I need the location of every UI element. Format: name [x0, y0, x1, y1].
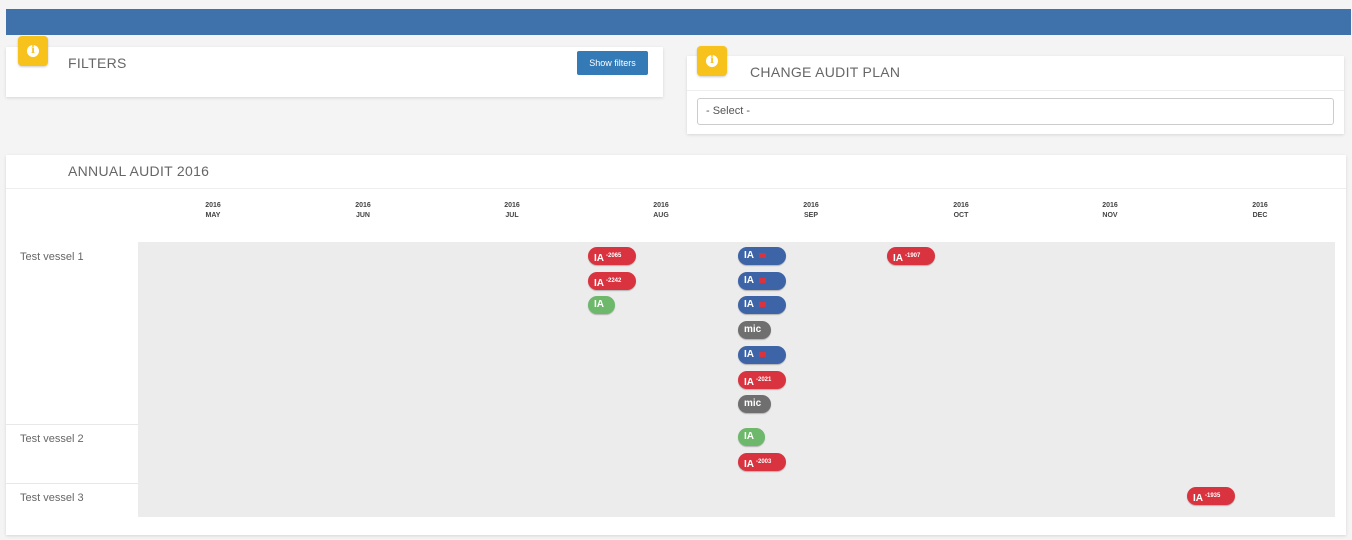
audit-event-pill[interactable]: IA -2003 — [738, 452, 786, 471]
annual-audit-panel: ANNUAL AUDIT 2016 2016 MAY 2016 JUN 2016 J… — [6, 155, 1346, 535]
month-header: 2016 JUN — [355, 202, 371, 219]
month-header: 2016 NOV — [1102, 202, 1118, 219]
info-icon: i — [706, 55, 718, 67]
audit-event-pill[interactable]: IA -2021 — [738, 370, 786, 389]
month-header: 2016 JUL — [504, 202, 520, 219]
filters-info-badge: i — [18, 36, 48, 66]
change-audit-plan-panel: i CHANGE AUDIT PLAN - Select - — [687, 46, 1344, 134]
audit-event-pill[interactable]: mic — [738, 395, 771, 414]
audit-event-pill[interactable]: IA — [588, 296, 615, 315]
annual-audit-title: ANNUAL AUDIT 2016 — [68, 163, 210, 179]
audit-event-pill[interactable]: IA — [738, 247, 786, 265]
month-header: 2016 SEP — [803, 202, 819, 219]
row-separator — [6, 483, 138, 484]
vessel-label: Test vessel 1 — [20, 251, 84, 263]
change-audit-plan-title: CHANGE AUDIT PLAN — [750, 64, 901, 80]
flag-icon — [759, 252, 766, 258]
flag-icon — [759, 302, 766, 308]
audit-event-pill[interactable]: IA — [738, 428, 765, 446]
panel-divider — [6, 188, 1346, 189]
show-filters-button[interactable]: Show filters — [577, 51, 648, 75]
flag-icon — [759, 277, 766, 283]
top-bar — [6, 9, 1351, 35]
audit-event-pill[interactable]: IA — [738, 345, 786, 364]
audit-plan-select[interactable]: - Select - — [697, 98, 1334, 125]
audit-event-pill[interactable]: IA -2242 — [588, 271, 636, 290]
audit-event-pill[interactable]: IA — [738, 271, 786, 290]
month-header: 2016 MAY — [205, 202, 221, 219]
audit-event-pill[interactable]: IA -1935 — [1187, 487, 1235, 505]
panel-divider — [687, 90, 1344, 91]
filters-title: FILTERS — [68, 55, 127, 71]
audit-event-pill[interactable]: IA -2065 — [588, 247, 636, 265]
audit-plan-info-badge: i — [697, 46, 727, 76]
month-header: 2016 AUG — [653, 202, 669, 219]
vessel-label: Test vessel 3 — [20, 492, 84, 504]
audit-event-pill[interactable]: IA — [738, 296, 786, 315]
flag-icon — [759, 351, 766, 357]
filters-panel: i FILTERS Show filters — [6, 36, 663, 97]
row-separator — [6, 424, 138, 425]
info-icon: i — [27, 45, 39, 57]
audit-event-pill[interactable]: mic — [738, 321, 771, 340]
vessel-label: Test vessel 2 — [20, 433, 84, 445]
month-header: 2016 OCT — [953, 202, 969, 219]
audit-event-pill[interactable]: IA -1907 — [887, 247, 935, 265]
timeline-area — [138, 242, 1335, 517]
month-header: 2016 DEC — [1252, 202, 1268, 219]
